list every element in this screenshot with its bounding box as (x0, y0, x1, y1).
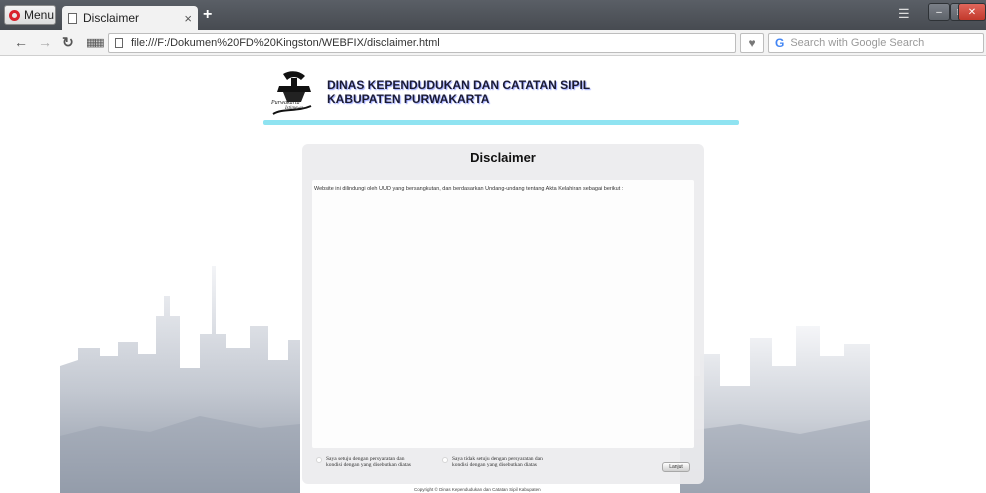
close-window-button[interactable]: ✕ (958, 3, 986, 21)
disclaimer-text: Website ini dilindungi oleh UUD yang ber… (314, 186, 624, 192)
page-viewport: Purwakarta Istimewa DINAS KEPENDUDUKAN D… (0, 56, 986, 493)
tab-disclaimer[interactable]: Disclaimer × (62, 6, 198, 30)
forward-arrow-icon[interactable]: → (38, 34, 52, 50)
disclaimer-content-box[interactable]: Website ini dilindungi oleh UUD yang ber… (312, 180, 694, 448)
google-icon: G (775, 36, 785, 50)
tab-title: Disclaimer (83, 11, 140, 25)
menu-label: Menu (24, 8, 55, 22)
page-icon (115, 38, 123, 48)
minimize-button[interactable]: – (928, 3, 950, 21)
opera-logo-icon (9, 9, 20, 21)
search-input[interactable]: G Search with Google Search (768, 33, 984, 53)
disagree-label: Saya tidak setuju dengan persyaratan dan… (452, 456, 543, 468)
browser-menu-button[interactable]: Menu (4, 5, 56, 25)
logo-subcaption: Istimewa (285, 106, 304, 111)
search-placeholder: Search with Google Search (790, 37, 925, 49)
window-menu-icon[interactable]: ☰ (898, 6, 910, 22)
organization-name: DINAS KEPENDUDUKAN DAN CATATAN SIPIL (327, 78, 591, 92)
bookmark-heart-icon[interactable]: ♥ (740, 33, 764, 53)
speed-dial-icon[interactable]: ▦▦ (86, 36, 105, 49)
page-title: Disclaimer (470, 150, 536, 165)
purwakarta-logo-icon (272, 71, 312, 115)
text-cursor (348, 486, 349, 493)
reload-icon[interactable]: ↻ (62, 34, 74, 51)
site-header: Purwakarta Istimewa DINAS KEPENDUDUKAN D… (265, 64, 737, 124)
browser-navbar: ← → ↻ ▦▦ file:///F:/Dokumen%20FD%20Kings… (0, 30, 986, 56)
continue-button[interactable]: Lanjut (662, 462, 690, 472)
header-divider (263, 120, 739, 125)
address-bar[interactable]: file:///F:/Dokumen%20FD%20Kingston/WEBFI… (108, 33, 736, 53)
back-arrow-icon[interactable]: ← (14, 34, 28, 50)
browser-titlebar: Menu Disclaimer × + ☰ – □ ✕ (0, 0, 986, 30)
copyright-text: Copyright © Dinas Kependudukan dan Catat… (414, 487, 541, 492)
tab-close-icon[interactable]: × (184, 11, 192, 26)
disagree-radio[interactable] (442, 457, 448, 463)
disclaimer-panel: Disclaimer Website ini dilindungi oleh U… (302, 144, 704, 492)
disagree-option[interactable]: Saya tidak setuju dengan persyaratan dan… (442, 456, 548, 468)
document-icon (68, 12, 77, 24)
new-tab-button[interactable]: + (203, 6, 212, 24)
agree-label: Saya setuju dengan persyaratan dan kondi… (326, 456, 411, 468)
agree-option[interactable]: Saya setuju dengan persyaratan dan kondi… (316, 456, 422, 468)
agree-radio[interactable] (316, 457, 322, 463)
organization-region: KABUPATEN PURWAKARTA (327, 92, 490, 106)
address-text: file:///F:/Dokumen%20FD%20Kingston/WEBFI… (131, 37, 440, 49)
